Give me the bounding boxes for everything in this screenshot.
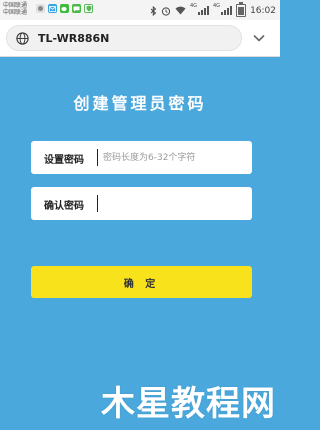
globe-icon [16, 32, 29, 45]
confirm-button[interactable]: 确 定 [31, 266, 252, 298]
browser-address-bar: TL-WR886N [0, 20, 280, 57]
set-password-row: 设置密码 [31, 141, 252, 174]
set-password-input[interactable] [103, 147, 245, 168]
confirm-password-input[interactable] [103, 193, 245, 214]
wechat-icon [60, 4, 69, 13]
page-title: 创建管理员密码 [73, 94, 207, 113]
bluetooth-icon [150, 5, 157, 16]
carrier-2: 中国联通 [3, 9, 28, 16]
message-icon [72, 4, 81, 13]
mail-icon [48, 4, 57, 13]
notification-icon [36, 4, 45, 13]
text-cursor [97, 149, 98, 166]
url-text: TL-WR886N [38, 32, 110, 45]
status-bar: 中国联通 中国联通 4G 4G 16:02 [0, 0, 280, 20]
system-status: 4G 4G 16:02 [150, 2, 276, 17]
network-type-2: 4G [213, 3, 221, 9]
network-type-1: 4G [189, 3, 197, 9]
alarm-icon [161, 6, 171, 16]
confirm-password-row: 确认密码 [31, 187, 252, 220]
carrier-1: 中国联通 [3, 2, 28, 9]
wifi-icon [175, 6, 186, 15]
clock: 16:02 [250, 5, 276, 16]
text-cursor-2 [97, 195, 98, 212]
shield-icon [84, 4, 93, 13]
chevron-down-icon[interactable] [252, 31, 266, 45]
carrier-info: 中国联通 中国联通 [3, 2, 27, 16]
watermark: 木星教程网 [101, 384, 276, 424]
battery-icon [236, 2, 247, 17]
set-password-label: 设置密码 [44, 155, 84, 166]
confirm-password-label: 确认密码 [44, 201, 84, 212]
notification-icons [36, 4, 93, 13]
signal-icon [198, 6, 209, 15]
url-field[interactable]: TL-WR886N [6, 25, 242, 51]
signal-icon-2 [221, 6, 233, 15]
